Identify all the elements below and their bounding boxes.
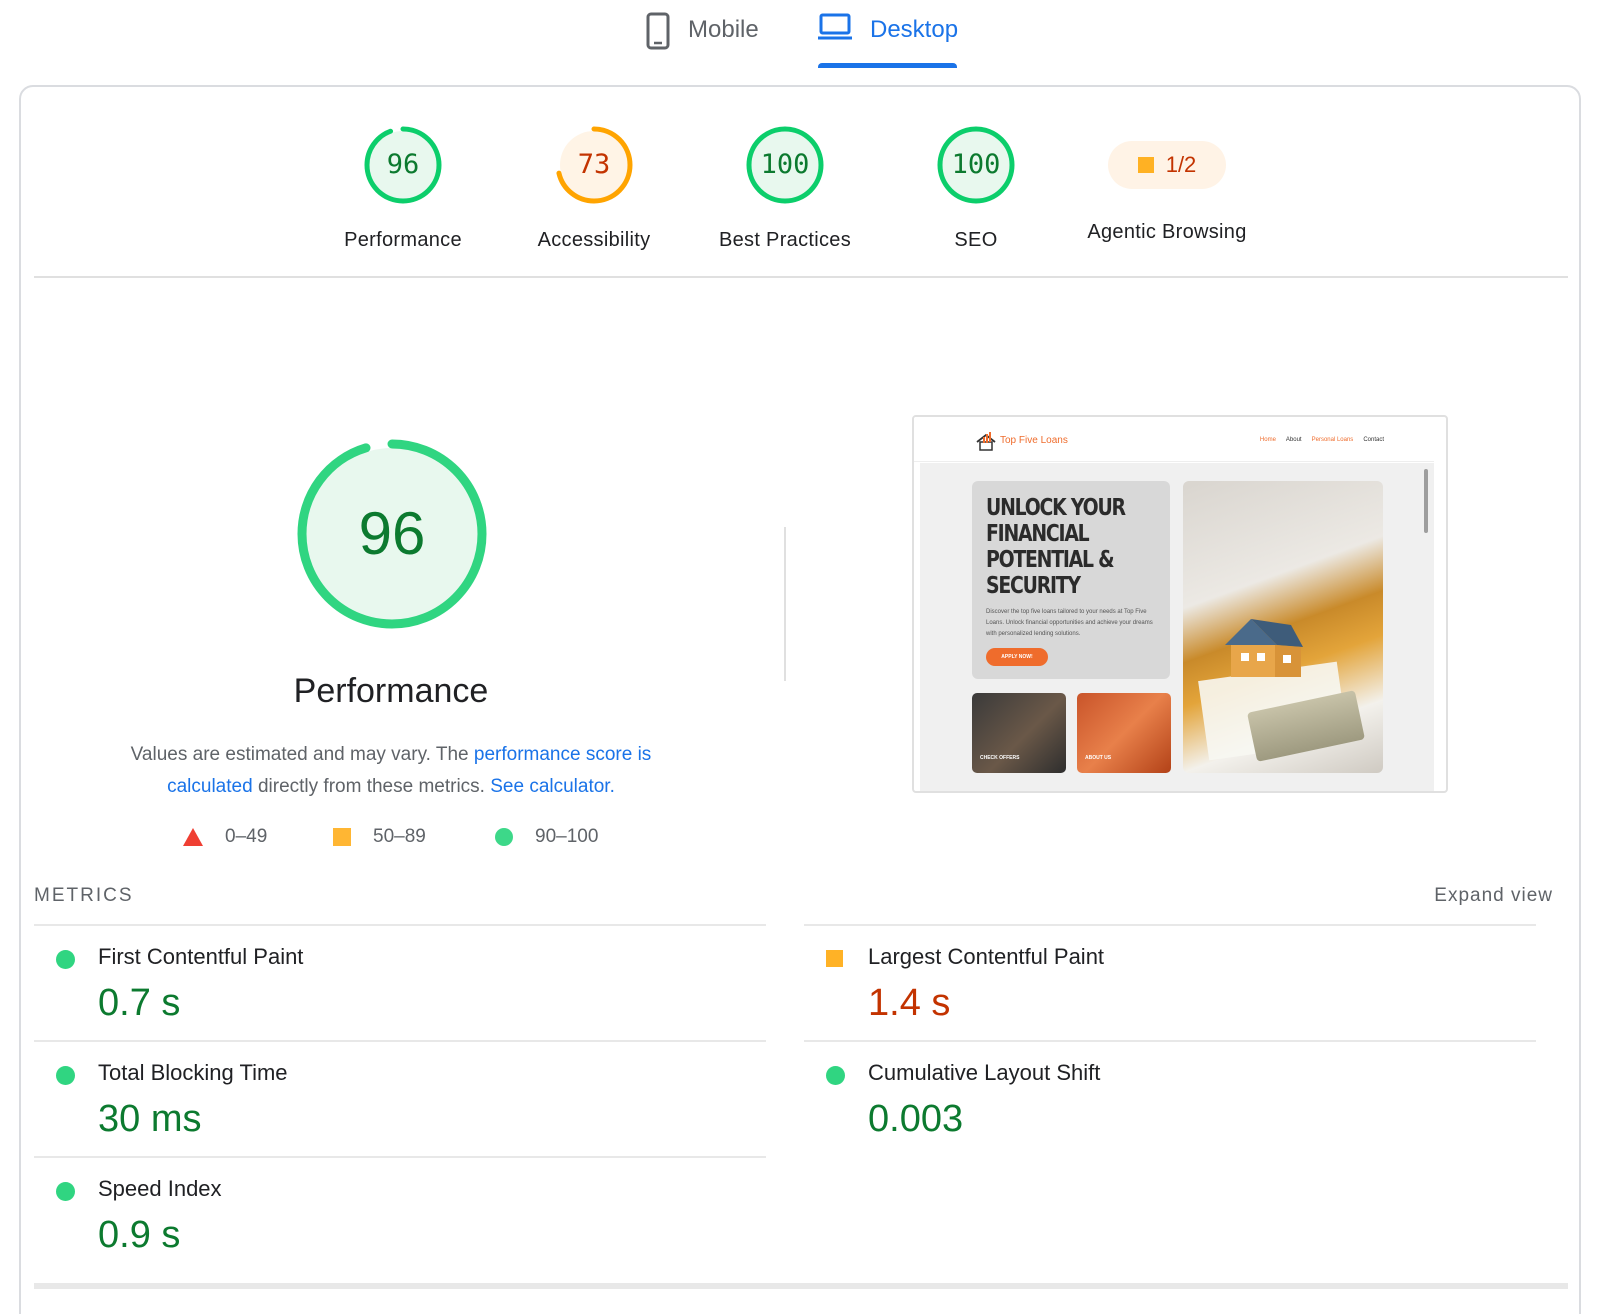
gauge-label: Accessibility — [537, 229, 651, 251]
tab-mobile-label: Mobile — [688, 16, 759, 43]
legend-range: 50–89 — [373, 826, 426, 847]
tab-mobile[interactable]: Mobile — [646, 10, 759, 70]
pass-circle-icon — [56, 1182, 75, 1201]
performance-score: 96 — [358, 500, 426, 567]
see-calculator-link[interactable]: See calculator. — [490, 776, 615, 797]
divider — [34, 276, 1568, 278]
metrics-header: METRICS — [34, 885, 134, 906]
gauge-label: Agentic Browsing — [1087, 221, 1247, 243]
metrics-column-right: Largest Contentful Paint 1.4 s Cumulativ… — [804, 924, 1536, 1156]
metric-value: 0.003 — [868, 1098, 964, 1140]
metric-value: 0.9 s — [98, 1214, 181, 1256]
site-body: UNLOCK YOUR FINANCIAL POTENTIAL & SECURI… — [920, 463, 1434, 791]
active-tab-indicator — [818, 63, 957, 68]
fail-triangle-icon — [183, 828, 203, 846]
tab-desktop[interactable]: Desktop — [818, 10, 958, 70]
site-nav: Home About Personal Loans Contact — [1260, 437, 1384, 443]
metrics-column-left: First Contentful Paint 0.7 s Total Block… — [34, 924, 766, 1272]
model-house-icon — [1225, 619, 1303, 677]
metric-cls: Cumulative Layout Shift 0.003 — [804, 1040, 1536, 1156]
site-logo: Top Five Loans — [974, 431, 1068, 451]
metric-label: Cumulative Layout Shift — [868, 1060, 1101, 1085]
hero-title: UNLOCK YOUR FINANCIAL POTENTIAL & SECURI… — [986, 495, 1126, 599]
tile-label: ABOUT US — [1085, 755, 1112, 761]
phone-icon — [646, 10, 670, 50]
pass-circle-icon — [495, 828, 513, 846]
gauge-score: 73 — [577, 149, 611, 180]
gauge-best-practices[interactable]: 100 Best Practices — [695, 125, 875, 252]
legend-pass: 90–100 — [495, 825, 598, 849]
gauge-accessibility[interactable]: 73 Accessibility — [504, 125, 684, 252]
tile-about-us: ABOUT US — [1077, 693, 1171, 773]
device-tabs: Mobile Desktop — [0, 0, 1600, 70]
report-card: 96 Performance 73 Accessibility 100 Best… — [19, 85, 1581, 1314]
metric-label: Total Blocking Time — [98, 1060, 288, 1085]
site-nav-item: About — [1285, 437, 1302, 443]
gauge-ring: 100 — [745, 125, 825, 205]
gauge-seo[interactable]: 100 SEO — [886, 125, 1066, 252]
gauge-agentic-browsing[interactable]: 1/2 Agentic Browsing — [1077, 125, 1257, 244]
legend-range: 0–49 — [225, 826, 268, 847]
screenshot-scrollbar — [1424, 469, 1428, 533]
metric-value: 30 ms — [98, 1098, 202, 1140]
performance-title: Performance — [293, 672, 489, 710]
final-screenshot[interactable]: Top Five Loans Home About Personal Loans… — [912, 415, 1448, 793]
metric-value: 0.7 s — [98, 982, 181, 1024]
performance-big-gauge: 96 — [294, 436, 490, 632]
gauge-score: 100 — [951, 149, 1001, 180]
gauge-label: Performance — [344, 229, 462, 251]
average-square-icon — [1137, 157, 1154, 173]
metric-value: 1.4 s — [868, 982, 951, 1024]
hero-photo — [1183, 481, 1383, 773]
house-chart-logo-icon — [974, 431, 996, 451]
legend-average: 50–89 — [333, 825, 426, 849]
section-divider-bottom — [34, 1283, 1568, 1289]
expand-view-toggle[interactable]: Expand view — [1434, 885, 1553, 907]
tab-desktop-label: Desktop — [870, 16, 959, 43]
site-nav-item: Home — [1259, 437, 1276, 443]
note-text: Values are estimated and may vary. The — [130, 744, 474, 765]
pass-circle-icon — [826, 1066, 845, 1085]
hero-box: UNLOCK YOUR FINANCIAL POTENTIAL & SECURI… — [972, 481, 1170, 679]
laptop-icon — [818, 10, 852, 42]
agentic-score: 1/2 — [1165, 152, 1197, 177]
vertical-divider — [784, 527, 786, 681]
gauge-ring: 73 — [554, 125, 634, 205]
metric-lcp: Largest Contentful Paint 1.4 s — [804, 924, 1536, 1040]
gauge-ring: 100 — [936, 125, 1016, 205]
gauge-score: 100 — [760, 149, 810, 180]
metric-tbt: Total Blocking Time 30 ms — [34, 1040, 766, 1156]
tile-check-offers: CHECK OFFERS — [972, 693, 1066, 773]
metric-label: Largest Contentful Paint — [868, 944, 1105, 969]
metric-label: Speed Index — [98, 1176, 222, 1201]
site-nav-item: Personal Loans — [1311, 437, 1354, 443]
site-nav-item: Contact — [1363, 437, 1384, 443]
pass-circle-icon — [56, 1066, 75, 1085]
note-text: directly from these metrics. — [252, 776, 491, 797]
performance-note: Values are estimated and may vary. The p… — [101, 739, 681, 803]
average-square-icon — [333, 828, 351, 846]
hero-text: Discover the top five loans tailored to … — [986, 609, 1153, 637]
agentic-score-pill: 1/2 — [1108, 141, 1226, 189]
gauge-performance[interactable]: 96 Performance — [313, 125, 493, 252]
gauge-label: Best Practices — [718, 229, 852, 251]
gauge-ring: 96 — [363, 125, 443, 205]
average-square-icon — [826, 950, 843, 967]
tile-label: CHECK OFFERS — [980, 755, 1020, 761]
gauge-label: SEO — [954, 229, 998, 251]
legend-range: 90–100 — [535, 826, 599, 847]
hero-apply-button: APPLY NOW! — [986, 648, 1048, 666]
metric-label: First Contentful Paint — [98, 944, 304, 969]
metric-si: Speed Index 0.9 s — [34, 1156, 766, 1272]
legend-fail: 0–49 — [183, 825, 267, 849]
gauge-score: 96 — [386, 149, 420, 180]
site-header: Top Five Loans Home About Personal Loans… — [914, 417, 1434, 462]
site-logo-text: Top Five Loans — [1000, 434, 1068, 446]
pass-circle-icon — [56, 950, 75, 969]
metric-fcp: First Contentful Paint 0.7 s — [34, 924, 766, 1040]
